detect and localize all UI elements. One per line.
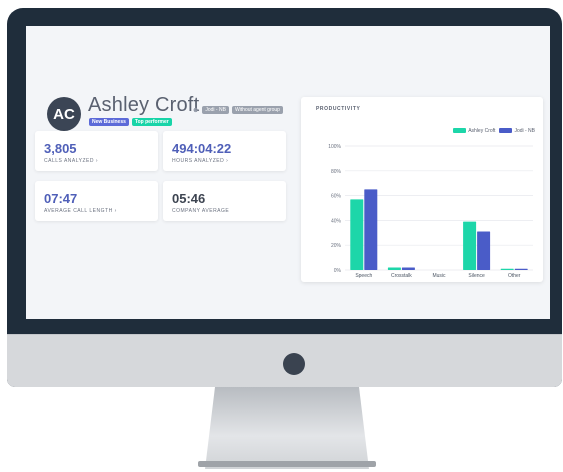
stat-value: 494:04:22: [172, 141, 232, 156]
stat-label: AVERAGE CALL LENGTH ›: [44, 208, 117, 214]
badge-top-performer: Top performer: [131, 118, 172, 126]
bar-jodi: [401, 267, 415, 270]
stat-value: 07:47: [44, 191, 78, 206]
bar-ashley: [500, 268, 514, 270]
stat-average-call-length[interactable]: 07:47 AVERAGE CALL LENGTH ›: [35, 181, 158, 221]
x-tick-label: Silence: [468, 273, 485, 279]
app-screen: AC Ashley Croft New Business Top perform…: [26, 26, 550, 319]
bar-ashley: [387, 267, 401, 270]
x-tick-label: Crosstalk: [391, 273, 412, 279]
monitor-chin: [7, 334, 562, 387]
team-tags: ☻ Jodi - NB Without agent group: [192, 106, 283, 114]
y-tick-label: 100%: [328, 144, 341, 150]
y-tick-label: 60%: [331, 194, 342, 200]
monitor-stand: [205, 387, 369, 469]
y-tick-label: 0%: [334, 268, 342, 274]
power-button: [283, 353, 305, 375]
stat-label: CALLS ANALYZED ›: [44, 158, 99, 164]
y-tick-label: 20%: [331, 243, 342, 249]
stat-hours-analyzed[interactable]: 494:04:22 HOURS ANALYZED ›: [163, 131, 286, 171]
agent-name: Ashley Croft: [88, 94, 200, 116]
avatar: AC: [47, 97, 81, 131]
bar-ashley: [350, 199, 364, 270]
monitor-frame: AC Ashley Croft New Business Top perform…: [7, 8, 562, 387]
bar-ashley: [463, 221, 477, 270]
stat-calls-analyzed[interactable]: 3,805 CALLS ANALYZED ›: [35, 131, 158, 171]
team-icon: ☻: [192, 106, 200, 114]
monitor-stand-base: [198, 461, 376, 467]
stat-value: 3,805: [44, 141, 77, 156]
x-tick-label: Music: [432, 273, 446, 279]
bar-jodi: [477, 231, 491, 270]
badge-new-business: New Business: [89, 118, 129, 126]
productivity-chart: 0% 20% 40% 60% 80% 100% Speech Crosstalk Music Si…: [328, 144, 533, 279]
agent-badges: New Business Top performer: [89, 118, 172, 126]
bar-jodi: [364, 189, 378, 270]
team-tag[interactable]: Jodi - NB: [202, 106, 229, 114]
stat-company-average: 05:46 COMPANY AVERAGE: [163, 181, 286, 221]
x-tick-label: Speech: [355, 273, 372, 279]
stat-label: COMPANY AVERAGE: [172, 208, 230, 214]
stat-value: 05:46: [172, 191, 206, 206]
bar-jodi: [514, 268, 528, 270]
group-tag[interactable]: Without agent group: [231, 106, 283, 114]
y-tick-label: 40%: [331, 218, 342, 224]
x-tick-label: Other: [508, 273, 521, 279]
y-tick-label: 80%: [331, 169, 342, 175]
productivity-panel: PRODUCTIVITY Ashley Croft Jodi - NB 0% 20…: [301, 97, 543, 282]
stat-label: HOURS ANALYZED ›: [172, 158, 229, 164]
